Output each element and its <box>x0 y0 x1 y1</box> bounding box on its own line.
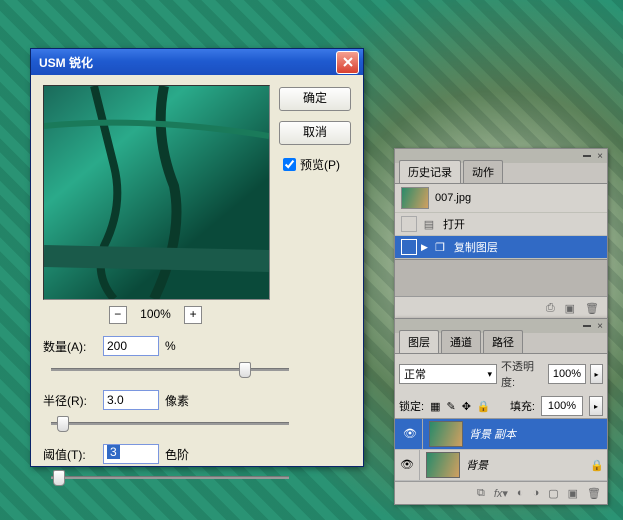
layer-name[interactable]: 背景 <box>466 457 587 473</box>
layer-name[interactable]: 背景 副本 <box>469 426 584 442</box>
dialog-title: USM 锐化 <box>39 54 336 71</box>
link-icon[interactable]: ⧉ <box>477 487 485 500</box>
panel-close-icon[interactable]: × <box>597 151 603 162</box>
new-layer-icon[interactable]: ▣ <box>568 487 578 500</box>
zoom-controls: − 100% + <box>43 306 268 324</box>
minimize-icon[interactable] <box>583 155 591 157</box>
fill-value[interactable]: 100% <box>541 396 583 416</box>
visibility-icon[interactable]: 👁 <box>398 419 423 449</box>
radius-input[interactable] <box>103 390 159 410</box>
layer-thumbnail <box>426 452 460 478</box>
layers-panel: × 图层 通道 路径 正常 ▾ 不透明度: 100% ▸ 锁定: ▦ ✎ ✥ 🔒… <box>394 318 608 505</box>
fill-flyout[interactable]: ▸ <box>589 396 603 416</box>
opacity-flyout[interactable]: ▸ <box>590 364 603 384</box>
amount-unit: % <box>165 339 176 353</box>
threshold-input[interactable]: 3 <box>103 444 159 464</box>
lock-transparency-icon[interactable]: ▦ <box>430 400 440 413</box>
blend-mode-value: 正常 <box>404 366 426 382</box>
blend-mode-select[interactable]: 正常 ▾ <box>399 364 497 384</box>
tab-history[interactable]: 历史记录 <box>399 160 461 183</box>
usm-sharpen-dialog: USM 锐化 − 100% + 数量(A): % 半径(R): 像素 阈值(T)… <box>30 48 364 467</box>
layer-row-bg-copy[interactable]: 👁 背景 副本 <box>395 419 607 450</box>
lock-all-icon[interactable]: 🔒 <box>477 400 491 413</box>
snapshot-icon[interactable]: ⎙ <box>546 302 555 315</box>
doc-thumbnail <box>401 187 429 209</box>
dialog-titlebar[interactable]: USM 锐化 <box>31 49 363 75</box>
radius-slider[interactable] <box>51 414 289 432</box>
layers-icon: ❐ <box>432 241 448 254</box>
adjustment-icon[interactable]: ◑ <box>533 487 540 499</box>
history-item-open[interactable]: ▤ 打开 <box>395 213 607 236</box>
amount-slider[interactable] <box>51 360 289 378</box>
amount-input[interactable] <box>103 336 159 356</box>
layer-thumbnail <box>429 421 463 447</box>
preview-image[interactable] <box>43 85 270 300</box>
close-button[interactable] <box>336 51 359 74</box>
panel-close-icon[interactable]: × <box>597 321 603 332</box>
new-state-icon[interactable]: ▣ <box>565 302 575 315</box>
layer-row-bg[interactable]: 👁 背景 🔒 <box>395 450 607 481</box>
trash-icon[interactable]: 🗑 <box>585 302 599 315</box>
history-item-label: 打开 <box>443 216 465 232</box>
folder-icon[interactable]: ▢ <box>548 487 558 500</box>
lock-label: 锁定: <box>399 398 424 414</box>
preview-check-input[interactable] <box>283 158 296 171</box>
radius-unit: 像素 <box>165 392 189 409</box>
lock-icon: 🔒 <box>587 459 607 472</box>
fx-icon[interactable]: fx▾ <box>494 487 508 500</box>
tab-paths[interactable]: 路径 <box>483 330 523 353</box>
zoom-out-button[interactable]: − <box>109 306 127 324</box>
minimize-icon[interactable] <box>583 325 591 327</box>
doc-name: 007.jpg <box>435 192 471 204</box>
opacity-value[interactable]: 100% <box>548 364 586 384</box>
zoom-level: 100% <box>140 307 171 321</box>
zoom-in-button[interactable]: + <box>184 306 202 324</box>
tab-actions[interactable]: 动作 <box>463 160 503 183</box>
preview-check-label: 预览(P) <box>300 156 340 173</box>
history-item-duplicate-layer[interactable]: ▶ ❐ 复制图层 <box>395 236 607 259</box>
tab-channels[interactable]: 通道 <box>441 330 481 353</box>
play-marker-icon: ▶ <box>421 242 428 253</box>
threshold-label: 阈值(T): <box>43 446 103 463</box>
chevron-down-icon: ▾ <box>487 369 492 380</box>
threshold-slider[interactable] <box>51 468 289 486</box>
history-document-row[interactable]: 007.jpg <box>395 184 607 213</box>
cancel-button[interactable]: 取消 <box>279 121 351 145</box>
mask-icon[interactable]: ◐ <box>517 487 524 499</box>
preview-checkbox[interactable]: 预览(P) <box>279 155 349 174</box>
history-footer: ⎙ ▣ 🗑 <box>395 296 607 319</box>
fill-label: 填充: <box>510 398 535 414</box>
tab-layers[interactable]: 图层 <box>399 330 439 353</box>
history-panel: × 历史记录 动作 007.jpg ▤ 打开 ▶ ❐ 复制图层 ⎙ ▣ 🗑 <box>394 148 608 320</box>
document-icon: ▤ <box>421 218 437 231</box>
history-empty-area <box>395 259 607 296</box>
opacity-label: 不透明度: <box>501 358 544 390</box>
visibility-icon[interactable]: 👁 <box>395 450 420 480</box>
threshold-unit: 色阶 <box>165 446 189 463</box>
trash-icon[interactable]: 🗑 <box>587 487 601 500</box>
lock-move-icon[interactable]: ✥ <box>462 400 471 413</box>
ok-button[interactable]: 确定 <box>279 87 351 111</box>
close-icon <box>343 57 353 67</box>
amount-label: 数量(A): <box>43 338 103 355</box>
history-item-label: 复制图层 <box>454 239 498 255</box>
lock-paint-icon[interactable]: ✎ <box>446 400 455 413</box>
layers-footer: ⧉ fx▾ ◐ ◑ ▢ ▣ 🗑 <box>395 481 607 504</box>
radius-label: 半径(R): <box>43 392 103 409</box>
